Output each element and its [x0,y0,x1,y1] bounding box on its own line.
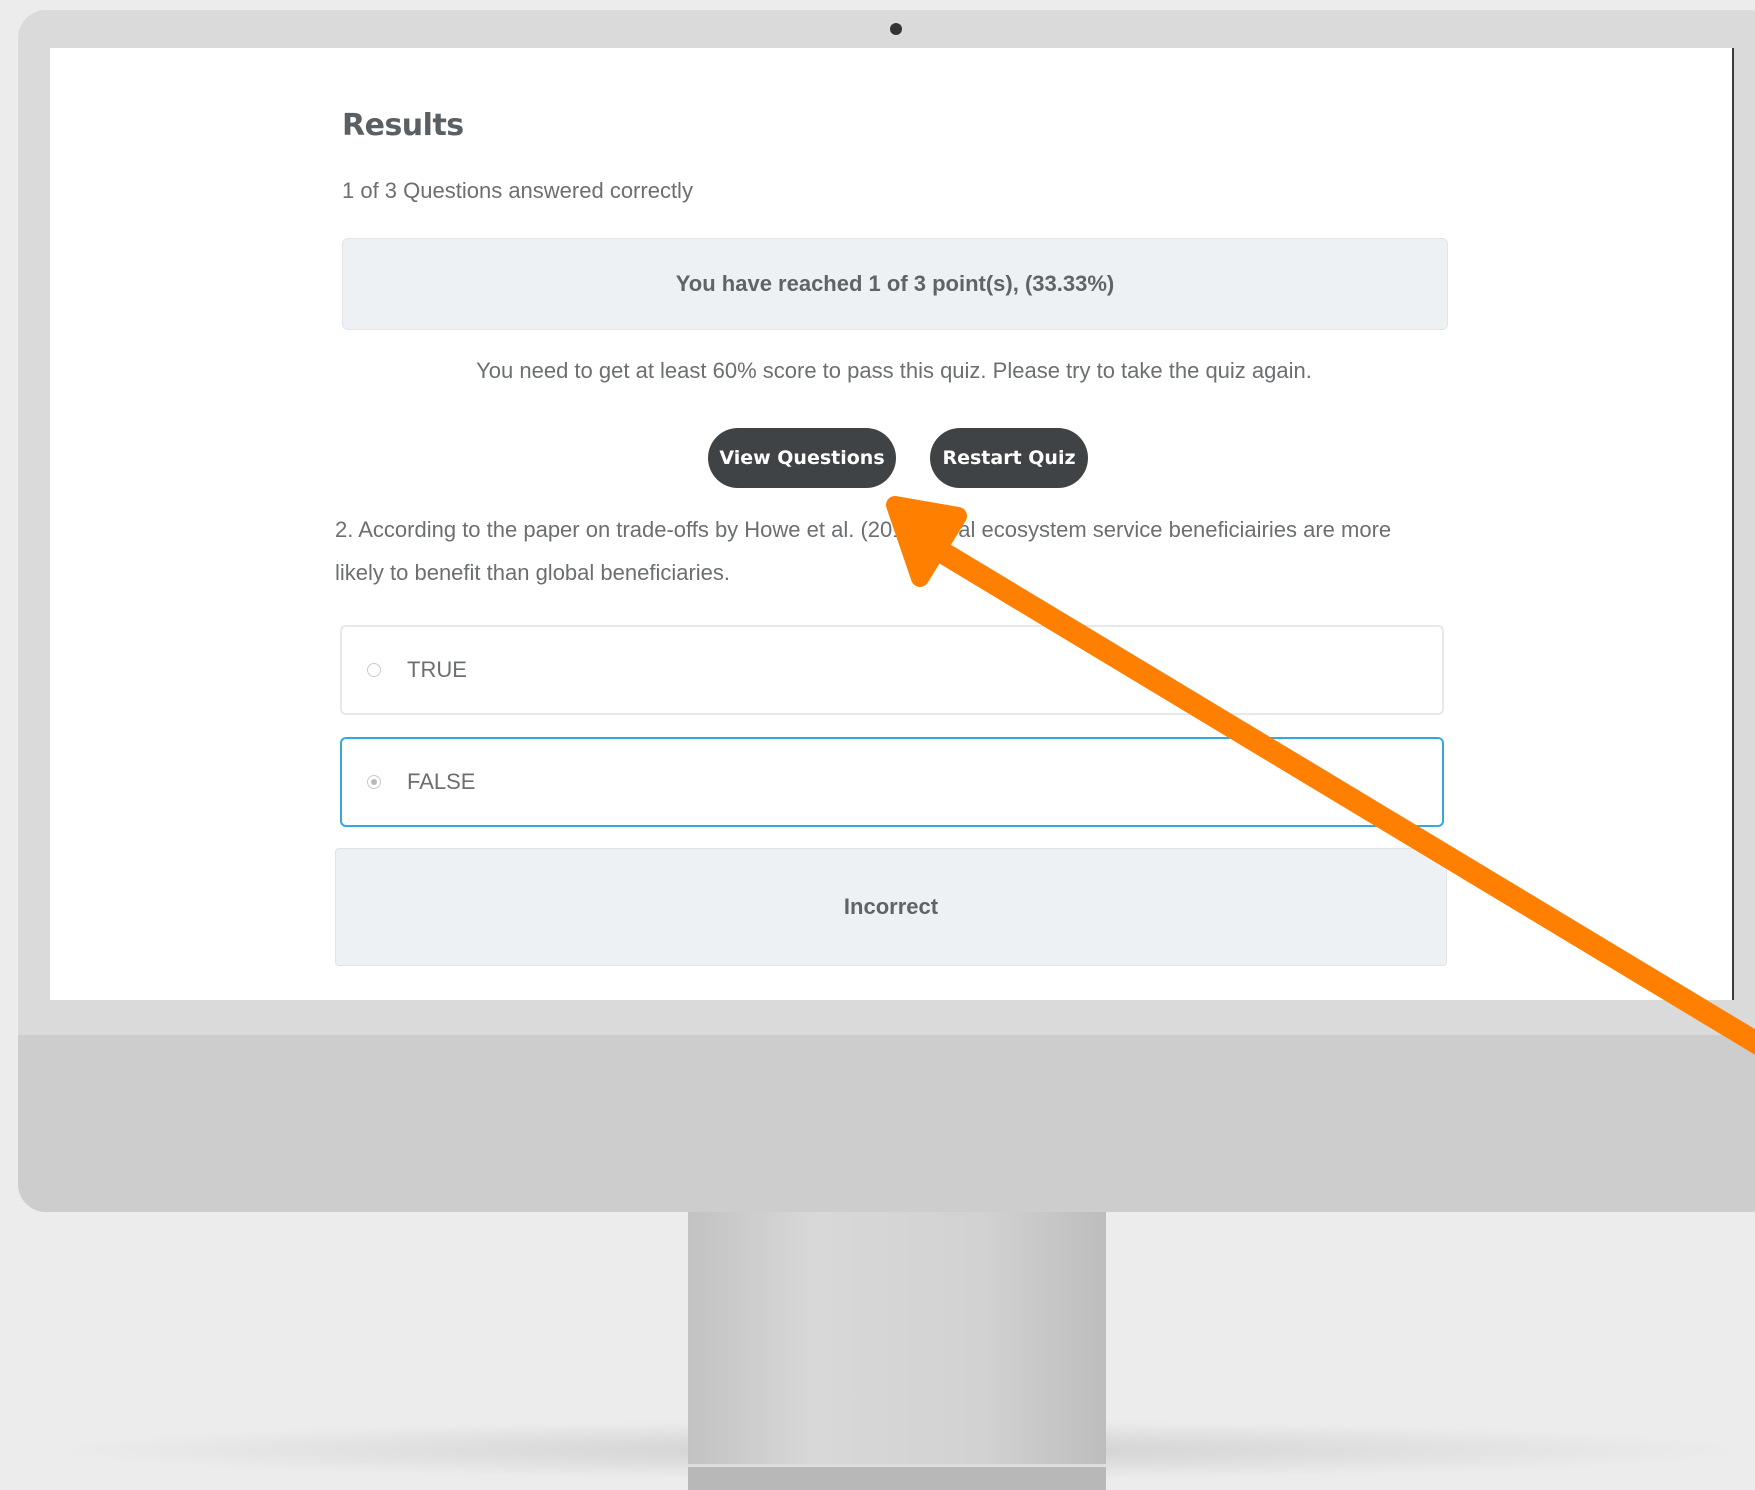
monitor-stand [688,1212,1106,1487]
stand-base [688,1464,1106,1490]
answered-count: 1 of 3 Questions answered correctly [342,178,693,203]
question-text: 2. According to the paper on trade-offs … [335,508,1455,594]
option-label: FALSE [407,769,476,794]
option-false[interactable]: FALSE [340,737,1444,827]
results-title: Results [342,108,464,143]
question-line-2: likely to benefit than global beneficiar… [335,560,731,585]
radio-icon[interactable] [367,663,381,677]
option-label: TRUE [407,657,467,682]
points-box: You have reached 1 of 3 point(s), (33.33… [342,238,1448,330]
radio-selected-icon[interactable] [367,775,381,789]
view-questions-button[interactable]: View Questions [708,428,896,488]
feedback-box: Incorrect [335,848,1447,966]
feedback-text: Incorrect [843,894,939,919]
question-line-1: 2. According to the paper on trade-offs … [335,517,1392,542]
monitor-chin [18,1035,1755,1212]
points-text: You have reached 1 of 3 point(s), (33.33… [675,271,1115,296]
restart-quiz-button[interactable]: Restart Quiz [930,428,1088,488]
camera-icon [890,23,902,35]
screen: Results 1 of 3 Questions answered correc… [50,48,1734,1000]
option-true[interactable]: TRUE [340,625,1444,715]
pass-message: You need to get at least 60% score to pa… [476,358,1312,383]
